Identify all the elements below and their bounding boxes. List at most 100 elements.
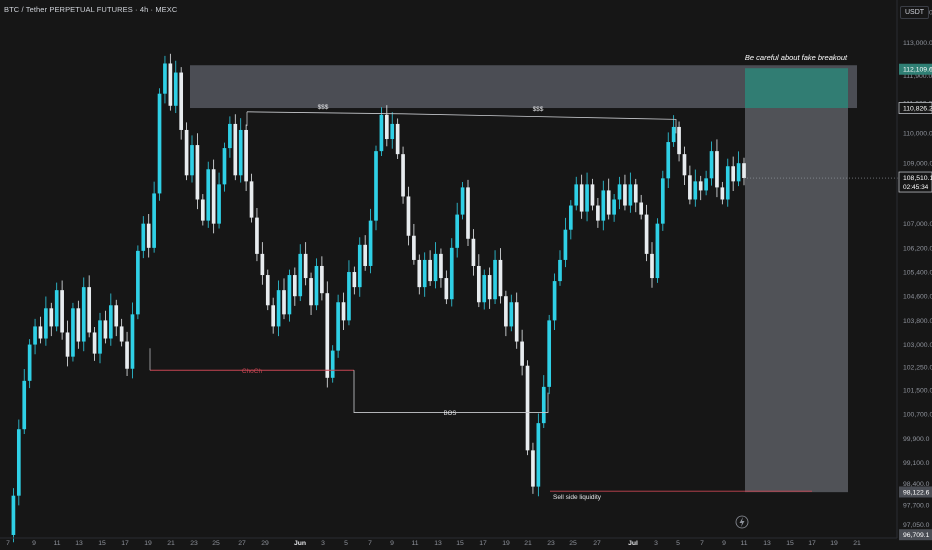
candle-body: [704, 178, 708, 191]
time-tick-label: 29: [261, 540, 269, 547]
candle-body: [200, 199, 205, 221]
candle-body: [163, 63, 167, 94]
candle-body: [585, 184, 589, 212]
time-tick-label: 3: [321, 540, 325, 547]
candle-body: [666, 142, 671, 179]
candle-body: [422, 259, 427, 288]
candle-body: [379, 114, 384, 152]
time-tick-label: 9: [390, 540, 394, 547]
candle-body: [136, 250, 140, 315]
candle-body: [309, 278, 313, 306]
time-tick-label: 17: [808, 540, 816, 547]
candle-body: [460, 187, 465, 215]
candle-body: [633, 184, 638, 203]
price-tick-label: 106,200.0: [903, 245, 932, 252]
time-tick-label: Jun: [294, 540, 306, 547]
time-tick-label: 27: [238, 540, 246, 547]
price-tick-label: 107,000.0: [903, 221, 932, 228]
candle-body: [531, 450, 535, 487]
liquidity-label-left: $$$: [318, 104, 329, 111]
candle-body: [119, 326, 124, 342]
candle-body: [617, 184, 622, 200]
candle-body: [179, 72, 184, 130]
candle-body: [406, 196, 411, 236]
candle-body: [596, 205, 600, 221]
candle-body: [520, 341, 524, 366]
candle-body: [103, 320, 108, 339]
candle-body: [217, 184, 221, 224]
candle-body: [238, 129, 243, 176]
low-price-label: 98,122.6: [903, 489, 930, 496]
candle-body: [655, 223, 660, 279]
candle-body: [325, 293, 330, 378]
time-tick-label: 11: [411, 540, 418, 547]
candle-body: [493, 259, 497, 300]
price-tick-label: 103,000.0: [903, 342, 932, 349]
candle-body: [114, 305, 119, 327]
candle-body: [482, 275, 487, 303]
candle-body: [671, 126, 676, 143]
currency-badge[interactable]: USDT: [900, 6, 930, 19]
candle-body: [22, 380, 27, 430]
price-tick-label: 99,100.0: [903, 460, 930, 467]
candle-body: [395, 123, 400, 155]
candle-body: [336, 302, 340, 351]
candle-body: [412, 235, 416, 260]
candle-body: [709, 151, 714, 179]
candle-body: [568, 205, 573, 230]
candle-body: [244, 129, 248, 182]
candle-body: [731, 166, 736, 182]
candle-body: [466, 187, 470, 239]
candle-body: [644, 214, 649, 254]
candle-body: [184, 129, 189, 176]
time-tick-label: 5: [344, 540, 348, 547]
price-tick-label: 100,700.0: [903, 412, 932, 419]
candle-body: [211, 169, 216, 224]
candle-body: [628, 184, 633, 206]
time-tick-label: 13: [434, 540, 442, 547]
time-tick-label: 25: [212, 540, 220, 547]
candle-body: [514, 302, 519, 342]
time-tick-label: 3: [654, 540, 658, 547]
price-tick-label: 113,000.0: [903, 40, 932, 47]
candle-body: [168, 63, 173, 106]
time-tick-label: 7: [6, 540, 10, 547]
candle-body: [715, 151, 719, 188]
candle-body: [60, 290, 64, 333]
candle-body: [255, 217, 259, 254]
candle-body: [282, 290, 286, 315]
liquidity-label-right: $$$: [533, 106, 544, 113]
candle-body: [688, 175, 692, 200]
candle-body: [108, 305, 113, 339]
price-chart[interactable]: $$$ $$$ ChoCh BOS Sell side liquidity Be care…: [0, 0, 932, 550]
choch-label: ChoCh: [242, 368, 263, 375]
current-price-label: 108,510.1: [903, 175, 932, 182]
candle-body: [742, 163, 746, 179]
time-tick-label: 13: [75, 540, 83, 547]
candle-body: [439, 253, 443, 279]
zone-price-label: 110,826.2: [903, 106, 932, 113]
price-tick-label: 101,500.0: [903, 387, 932, 394]
candle-body: [292, 275, 297, 297]
price-tick-label: 109,000.0: [903, 161, 932, 168]
time-tick-label: 5: [676, 540, 680, 547]
candle-body: [157, 93, 162, 194]
candle-body: [682, 154, 687, 176]
time-tick-label: 23: [547, 540, 555, 547]
candle-body: [363, 244, 368, 266]
candle-body: [38, 326, 43, 339]
price-tick-label: 105,400.0: [903, 270, 932, 277]
candle-body: [433, 253, 438, 282]
time-tick-label: 21: [524, 540, 532, 547]
time-tick-label: 15: [456, 540, 464, 547]
price-tick-label: 102,250.0: [903, 365, 932, 372]
time-tick-label: 7: [368, 540, 372, 547]
time-tick-label: 25: [569, 540, 577, 547]
projection-box: [745, 68, 848, 493]
candle-body: [16, 429, 21, 496]
time-tick-label: 17: [121, 540, 129, 547]
candle-body: [639, 202, 644, 215]
time-tick-label: 9: [722, 540, 726, 547]
time-tick-label: 19: [144, 540, 152, 547]
price-tick-label: 99,900.0: [903, 436, 930, 443]
